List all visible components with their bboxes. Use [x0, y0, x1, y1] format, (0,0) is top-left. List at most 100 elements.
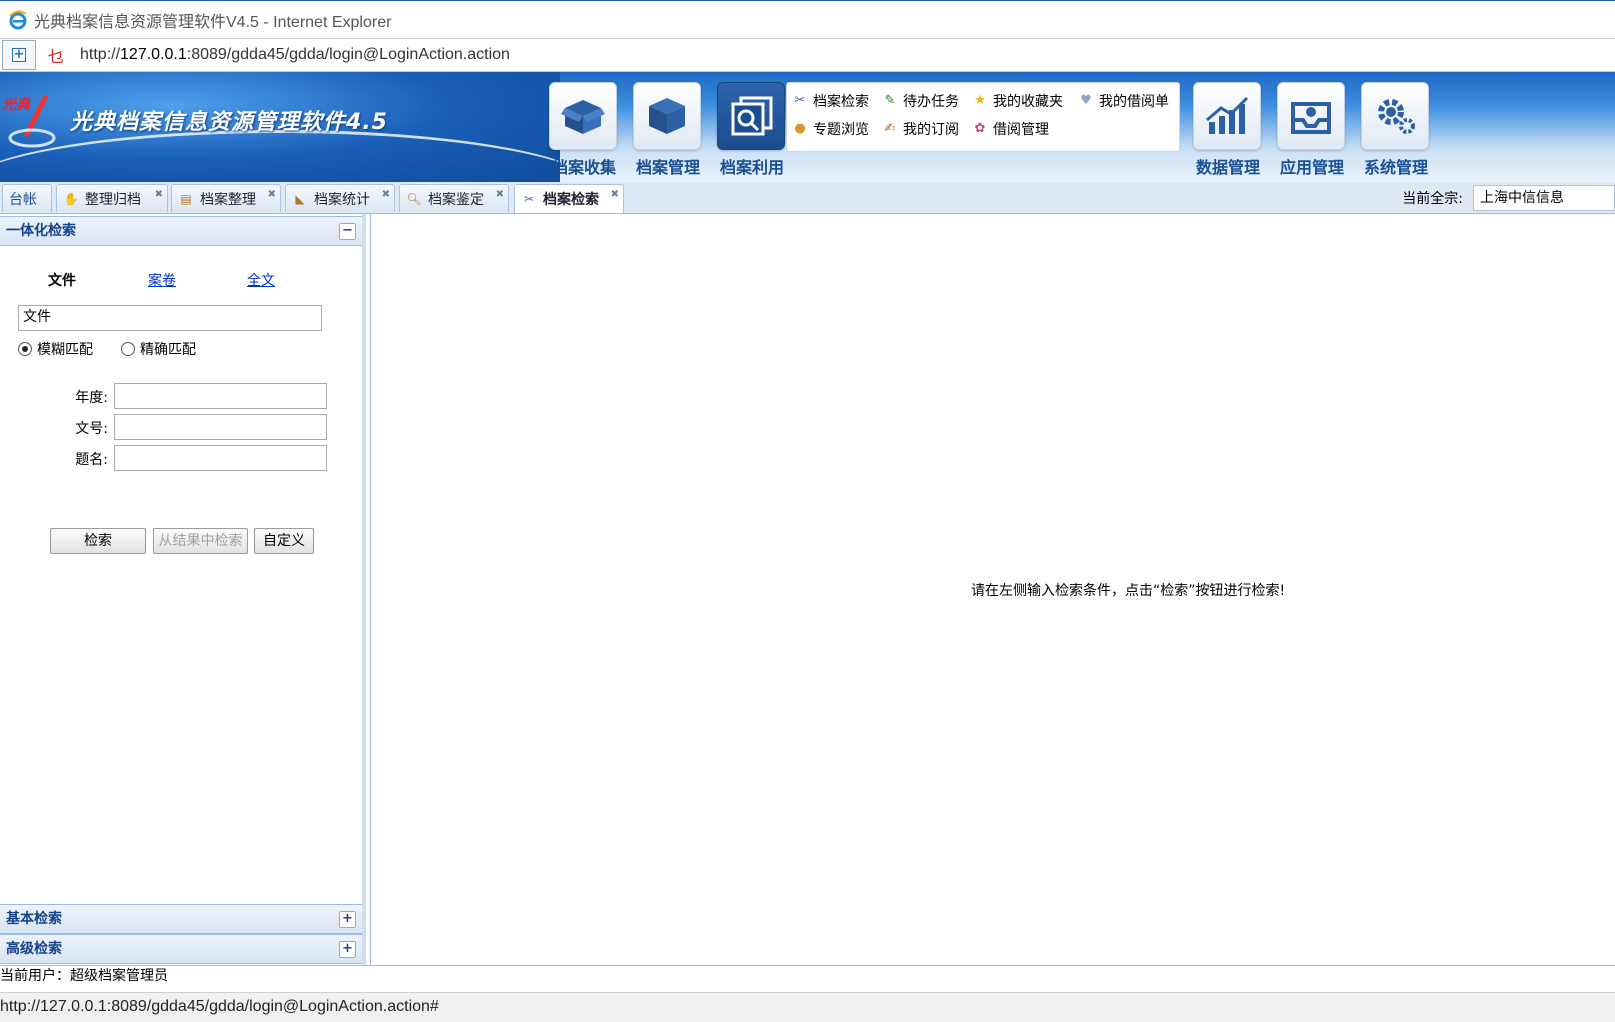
collapse-icon[interactable]: −: [339, 223, 356, 240]
docno-input[interactable]: [114, 414, 327, 440]
new-tab-button[interactable]: +: [2, 40, 36, 70]
title-input[interactable]: [114, 445, 327, 471]
docno-label: 文号:: [75, 421, 108, 437]
tab-label: 档案鉴定: [428, 191, 484, 208]
radio-exact-match[interactable]: 精确匹配: [121, 339, 196, 359]
app-header: 光典 光典档案信息资源管理软件4.5 档案收集 档案管理 档案利用 ✂ 档案检索…: [0, 72, 1615, 182]
tab-label: 档案检索: [543, 192, 599, 208]
archive-type-field[interactable]: 文件: [18, 305, 322, 331]
url-field[interactable]: http://127.0.0.1:8089/gdda45/gdda/login@…: [80, 46, 510, 64]
current-fonds: 当前全宗: 上海中信信息: [1402, 185, 1615, 211]
module-label: 应用管理: [1279, 158, 1344, 177]
close-icon[interactable]: ✖: [611, 189, 619, 200]
hand-icon: ✋: [63, 191, 79, 206]
quick-link-borrow-manage[interactable]: ✿ 借阅管理: [971, 119, 1049, 139]
box-icon: [649, 98, 685, 134]
tab-label: 台帐: [9, 191, 37, 208]
radio-fuzzy-match[interactable]: 模糊匹配: [18, 339, 93, 359]
search-in-results-button[interactable]: 从结果中检索: [153, 528, 248, 554]
star-icon: ★: [974, 93, 986, 108]
quick-link-my-subscription[interactable]: ✍ 我的订阅: [881, 119, 959, 139]
module-label: 档案利用: [719, 158, 784, 177]
palette-icon: ✿: [974, 121, 986, 136]
quick-link-archive-search[interactable]: ✂ 档案检索: [791, 91, 869, 111]
search-tab-fulltext[interactable]: 全文: [247, 270, 275, 290]
quick-link-favorites[interactable]: ★ 我的收藏夹: [971, 91, 1063, 111]
quick-link-topic-browse[interactable]: ● 专题浏览: [791, 119, 869, 139]
module-label: 系统管理: [1363, 158, 1428, 177]
module-archive-manage[interactable]: 档案管理: [633, 82, 703, 182]
tab-archive-organize[interactable]: ▤ 档案整理 ✖: [171, 184, 281, 212]
window-title: 光典档案信息资源管理软件V4.5 - Internet Explorer: [34, 13, 392, 31]
close-icon[interactable]: ✖: [268, 189, 276, 200]
section-basic-search-header[interactable]: 基本检索 +: [0, 904, 362, 934]
module-archive-collect[interactable]: 档案收集: [549, 82, 619, 182]
tab-label: 整理归档: [85, 191, 141, 208]
address-bar: + 乜 http://127.0.0.1:8089/gdda45/gdda/lo…: [0, 38, 1615, 72]
search-sidebar: 一体化检索 − 文件 案卷 全文 文件 模糊匹配 精确匹配 年度: 文号: 题名…: [0, 214, 366, 965]
close-icon[interactable]: ✖: [382, 189, 390, 200]
results-area: 请在左侧输入检索条件，点击“检索”按钮进行检索!: [370, 214, 1615, 965]
section-title: 一体化检索: [6, 223, 76, 239]
custom-button[interactable]: 自定义: [254, 528, 314, 554]
section-advanced-search-header[interactable]: 高级检索 +: [0, 934, 362, 964]
tab-archive-appraisal[interactable]: 🔍︎ 档案鉴定 ✖: [399, 184, 509, 212]
url-rest: :8089/gdda45/gdda/login@LoginAction.acti…: [186, 46, 510, 63]
fonds-select[interactable]: 上海中信信息: [1473, 185, 1615, 211]
user-icon: ●: [794, 121, 806, 136]
tab-arrange-archive[interactable]: ✋ 整理归档 ✖: [56, 184, 168, 212]
year-label: 年度:: [75, 390, 108, 406]
url-host: 127.0.0.1: [120, 46, 187, 63]
gears-icon: [1378, 99, 1415, 134]
module-tabbar: 台帐 ✋ 整理归档 ✖ ▤ 档案整理 ✖ ◣ 档案统计 ✖ 🔍︎ 档案鉴定 ✖ …: [0, 182, 1615, 214]
site-favicon-icon: 乜: [48, 47, 65, 66]
tab-archive-search[interactable]: ✂ 档案检索 ✖: [514, 184, 624, 213]
internet-explorer-icon: [9, 9, 27, 29]
note-icon: ♥: [1080, 93, 1092, 108]
tab-label: 档案整理: [200, 191, 256, 208]
module-label: 档案收集: [551, 158, 616, 177]
search-tab-file[interactable]: 文件: [48, 270, 76, 290]
current-user: 当前用户：超级档案管理员: [0, 965, 1615, 987]
tab-ledger[interactable]: 台帐: [2, 184, 52, 212]
expand-icon[interactable]: +: [339, 941, 356, 958]
chart-icon: [1206, 96, 1249, 134]
quick-links-panel: ✂ 档案检索 ✎ 待办任务 ★ 我的收藏夹 ♥ 我的借阅单 ● 专题浏览 ✍ 我的订阅 ✿ 借…: [786, 82, 1180, 152]
inbox-gear-icon: [1291, 102, 1331, 134]
browser-statusbar: http://127.0.0.1:8089/gdda45/gdda/login@…: [0, 992, 1615, 1022]
quick-link-my-borrow-list[interactable]: ♥ 我的借阅单: [1077, 91, 1169, 111]
title-label: 题名:: [75, 452, 108, 468]
module-data-manage[interactable]: 数据管理: [1193, 82, 1263, 182]
pen-paper-icon: ✎: [884, 93, 896, 108]
search-tab-volume[interactable]: 案卷: [148, 270, 176, 290]
module-system-manage[interactable]: 系统管理: [1361, 82, 1431, 182]
tab-label: 档案统计: [314, 191, 370, 208]
expand-icon[interactable]: +: [339, 911, 356, 928]
chart-small-icon: ◣: [295, 191, 305, 206]
search-tools-icon: ✂: [523, 192, 535, 206]
close-icon[interactable]: ✖: [496, 189, 504, 200]
plus-icon: +: [12, 47, 26, 62]
magnifier-icon: 🔍︎: [406, 191, 422, 206]
search-tools-icon: ✂: [794, 93, 806, 108]
close-icon[interactable]: ✖: [155, 189, 163, 200]
year-input[interactable]: [114, 383, 327, 409]
quick-link-todo-tasks[interactable]: ✎ 待办任务: [881, 91, 959, 111]
banner-swoosh: [0, 130, 600, 182]
document-search-icon: [731, 96, 773, 136]
radio-checked-icon: [18, 342, 32, 356]
section-title: 高级检索: [6, 941, 62, 957]
search-button[interactable]: 检索: [50, 528, 146, 554]
fonds-label: 当前全宗:: [1402, 191, 1463, 207]
radio-unchecked-icon: [121, 342, 135, 356]
section-integrated-search-header[interactable]: 一体化检索 −: [0, 216, 362, 246]
search-hint: 请在左侧输入检索条件，点击“检索”按钮进行检索!: [971, 583, 1286, 599]
app-title: 光典档案信息资源管理软件4.5: [70, 110, 388, 135]
pen-icon: ✍: [884, 121, 896, 136]
module-archive-use[interactable]: 档案利用: [717, 82, 787, 182]
module-app-manage[interactable]: 应用管理: [1277, 82, 1347, 182]
open-box-icon: [561, 100, 605, 134]
tab-archive-statistics[interactable]: ◣ 档案统计 ✖: [285, 184, 395, 212]
document-icon: ▤: [180, 191, 192, 206]
brand-small-text: 光典: [2, 97, 30, 113]
